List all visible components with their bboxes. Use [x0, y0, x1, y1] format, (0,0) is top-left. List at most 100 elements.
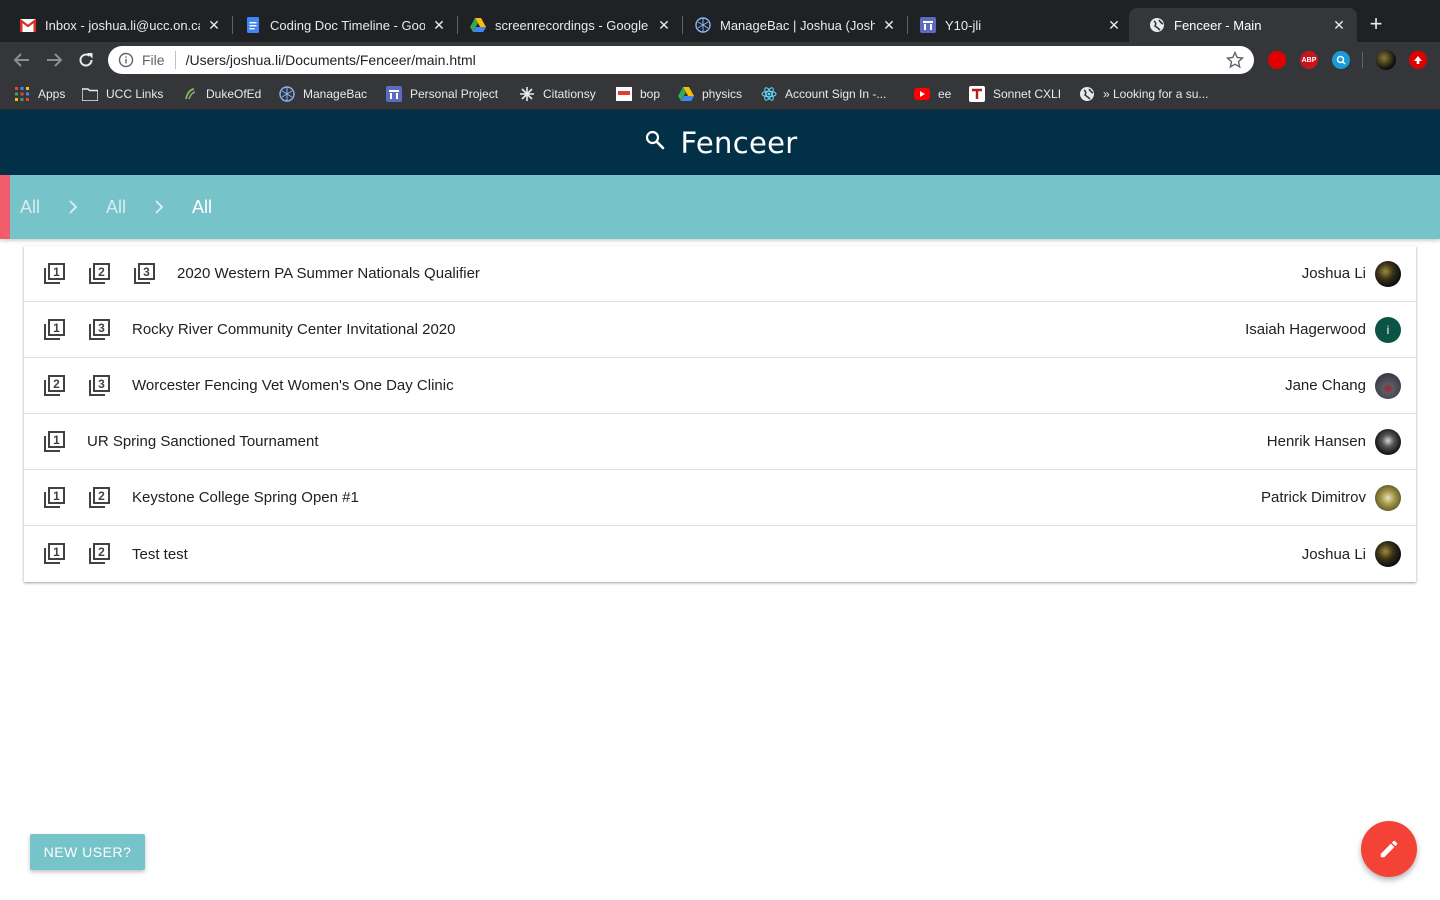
globe-icon [1079, 86, 1095, 102]
bookmark-looking-for[interactable]: » Looking for a su... [1079, 84, 1208, 104]
tournament-row[interactable]: 1 2 3 2020 Western PA Summer Nationals Q… [24, 246, 1416, 302]
folder-icon [82, 86, 98, 102]
new-user-button[interactable]: NEW USER? [30, 834, 145, 870]
tournament-title: Test test [132, 545, 188, 563]
close-tab-icon[interactable]: ✕ [1331, 17, 1347, 33]
level-icons: 1 [42, 430, 87, 454]
chevron-right-icon [147, 195, 171, 219]
bookmark-dukeofed[interactable]: DukeOfEd [182, 84, 261, 104]
close-tab-icon[interactable]: ✕ [881, 17, 897, 33]
tab-title: ManageBac | Joshua (Joshua) Li [720, 17, 875, 33]
tournament-title: 2020 Western PA Summer Nationals Qualifi… [177, 265, 480, 282]
edit-fab-button[interactable] [1361, 821, 1417, 877]
bookmark-sonnet[interactable]: Sonnet CXLI [969, 84, 1061, 104]
tournament-row[interactable]: 1 2 Test test Joshua Li [24, 526, 1416, 582]
tournament-row[interactable]: 1 2 Keystone College Spring Open #1 Patr… [24, 470, 1416, 526]
app-title: Fenceer [680, 125, 798, 160]
browser-tab-classroom[interactable]: Y10-jli ✕ [900, 8, 1132, 42]
bookmark-label: Citationsy [543, 87, 596, 101]
tab-title: Inbox - joshua.li@ucc.on.ca [45, 17, 200, 33]
level-filter-icon: 1 [42, 486, 66, 510]
bookmark-citationsy[interactable]: Citationsy [519, 84, 596, 104]
close-tab-icon[interactable]: ✕ [206, 17, 222, 33]
svg-text:1: 1 [53, 489, 60, 503]
bookmark-physics[interactable]: physics [678, 84, 742, 104]
author-name: Isaiah Hagerwood [1245, 321, 1366, 338]
browser-tab-gmail[interactable]: Inbox - joshua.li@ucc.on.ca ✕ [0, 8, 232, 42]
breadcrumb-bar: All All All [0, 175, 1440, 239]
bookmark-ee[interactable]: ee [914, 84, 951, 104]
bookmark-label: bop [640, 87, 661, 101]
breadcrumb-item[interactable]: All [106, 197, 126, 218]
forward-arrow-icon [47, 53, 63, 67]
browser-tab-docs[interactable]: Coding Doc Timeline - Google Docs ✕ [225, 8, 457, 42]
level-filter-icon: 2 [87, 486, 111, 510]
url-text[interactable]: /Users/joshua.li/Documents/Fenceer/main.… [186, 52, 1226, 68]
bookmark-managebac[interactable]: ManageBac [279, 84, 367, 104]
classroom-icon [920, 17, 936, 33]
tournament-row[interactable]: 1 UR Spring Sanctioned Tournament Henrik… [24, 414, 1416, 470]
adblock-extension-icon[interactable]: ABP [1300, 51, 1318, 69]
tournament-title: Rocky River Community Center Invitationa… [132, 321, 456, 338]
youtube-icon [914, 86, 930, 102]
address-bar[interactable]: File /Users/joshua.li/Documents/Fenceer/… [108, 46, 1254, 74]
tournament-title: Worcester Fencing Vet Women's One Day Cl… [132, 377, 454, 394]
search-extension-icon[interactable] [1332, 51, 1350, 69]
bookmark-apps[interactable]: Apps [14, 84, 65, 104]
svg-text:1: 1 [53, 545, 60, 559]
breadcrumb: All All All [20, 175, 212, 239]
bookmark-ucc-links[interactable]: UCC Links [82, 84, 163, 104]
tournament-row[interactable]: 1 3 Rocky River Community Center Invitat… [24, 302, 1416, 358]
bookmark-account-sign-in[interactable]: Account Sign In -... [761, 84, 886, 104]
bookmark-label: Personal Project [410, 87, 499, 101]
record-extension-icon[interactable] [1268, 51, 1286, 69]
browser-tab-fenceer[interactable]: Fenceer - Main ✕ [1129, 8, 1357, 42]
author-name: Joshua Li [1301, 265, 1366, 282]
tournament-title: UR Spring Sanctioned Tournament [87, 433, 319, 450]
info-icon[interactable] [118, 52, 134, 68]
managebac-icon [279, 86, 295, 102]
sonnet-icon [969, 86, 985, 102]
close-tab-icon[interactable]: ✕ [431, 17, 447, 33]
back-arrow-icon [13, 53, 29, 67]
svg-text:1: 1 [53, 321, 60, 335]
browser-toolbar: File /Users/joshua.li/Documents/Fenceer/… [0, 42, 1440, 78]
browser-tab-managebac[interactable]: ManageBac | Joshua (Joshua) Li ✕ [675, 8, 907, 42]
level-filter-icon: 1 [42, 262, 66, 286]
level-filter-icon: 1 [42, 430, 66, 454]
back-button[interactable] [10, 48, 34, 72]
level-filter-icon: 1 [42, 542, 66, 566]
bookmark-star-icon[interactable] [1226, 51, 1244, 69]
bookmark-label: » Looking for a su... [1103, 87, 1209, 101]
tab-title: screenrecordings - Google Drive [495, 17, 650, 33]
svg-text:1: 1 [53, 265, 60, 279]
new-tab-button[interactable]: + [1364, 13, 1388, 37]
close-tab-icon[interactable]: ✕ [656, 17, 672, 33]
breadcrumb-item[interactable]: All [20, 197, 40, 218]
level-filter-icon: 2 [42, 374, 66, 398]
svg-text:2: 2 [53, 377, 60, 391]
update-extension-icon[interactable] [1409, 51, 1427, 69]
bookmark-personal-project[interactable]: Personal Project [386, 84, 498, 104]
bop-icon [616, 86, 632, 102]
forward-button[interactable] [42, 48, 66, 72]
breadcrumb-current[interactable]: All [192, 197, 212, 218]
level-icons: 1 2 3 [42, 262, 177, 286]
bookmark-label: Sonnet CXLI [993, 87, 1062, 101]
bookmark-bop[interactable]: bop [616, 84, 660, 104]
svg-text:2: 2 [98, 265, 105, 279]
bookmark-label: UCC Links [106, 87, 164, 101]
level-icons: 1 3 [42, 318, 132, 342]
address-divider [174, 51, 176, 69]
browser-tab-drive[interactable]: screenrecordings - Google Drive ✕ [450, 8, 682, 42]
level-filter-icon: 3 [87, 318, 111, 342]
svg-text:1: 1 [53, 433, 60, 447]
search-icon[interactable] [643, 128, 667, 152]
close-tab-icon[interactable]: ✕ [1106, 17, 1122, 33]
svg-text:3: 3 [98, 377, 105, 391]
reload-button[interactable] [74, 48, 98, 72]
profile-avatar[interactable] [1376, 50, 1396, 70]
tournament-row[interactable]: 2 3 Worcester Fencing Vet Women's One Da… [24, 358, 1416, 414]
level-filter-icon: 1 [42, 318, 66, 342]
reload-icon [79, 53, 93, 67]
